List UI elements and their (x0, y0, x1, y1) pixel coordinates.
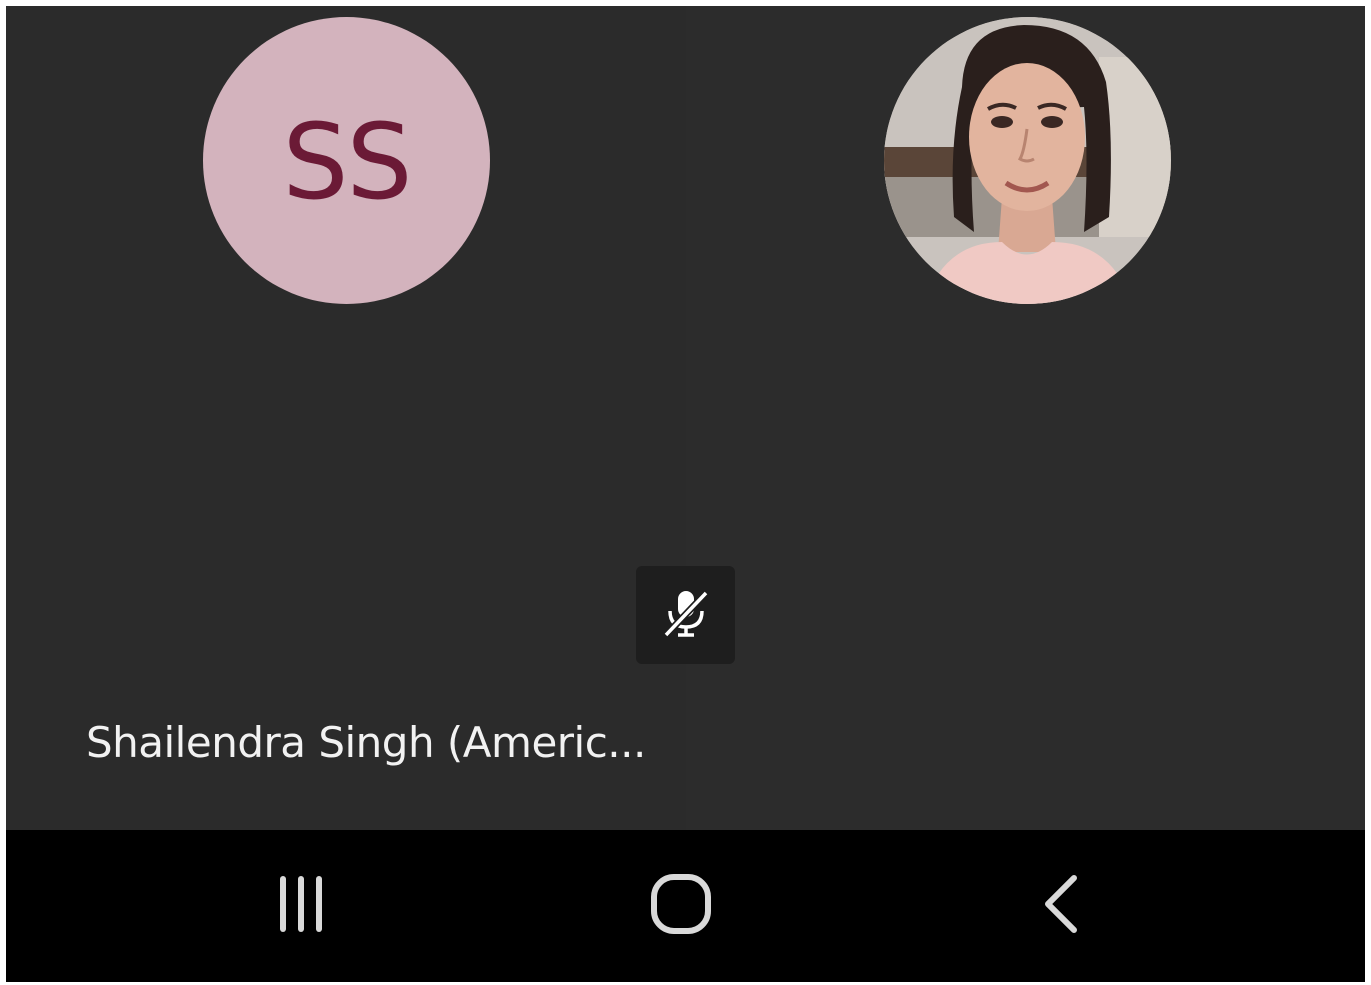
mute-status-badge (636, 566, 735, 664)
avatar-initials: SS (282, 100, 412, 223)
call-screen: SS Shailendra Singh (Americ... (6, 6, 1365, 982)
back-button[interactable] (986, 830, 1136, 982)
microphone-off-icon (658, 585, 714, 645)
avatar-photo (884, 17, 1171, 304)
recent-apps-icon (271, 874, 331, 938)
recent-apps-button[interactable] (226, 830, 376, 982)
home-icon (649, 872, 713, 940)
participant-tile-right[interactable] (686, 6, 1365, 830)
avatar: SS (203, 17, 490, 304)
participant-tile-left[interactable]: SS Shailendra Singh (Americ... (6, 6, 686, 830)
home-button[interactable] (606, 830, 756, 982)
participant-name: Shailendra Singh (Americ... (86, 718, 646, 767)
back-icon (1036, 872, 1086, 940)
system-navigation-bar (6, 830, 1365, 982)
